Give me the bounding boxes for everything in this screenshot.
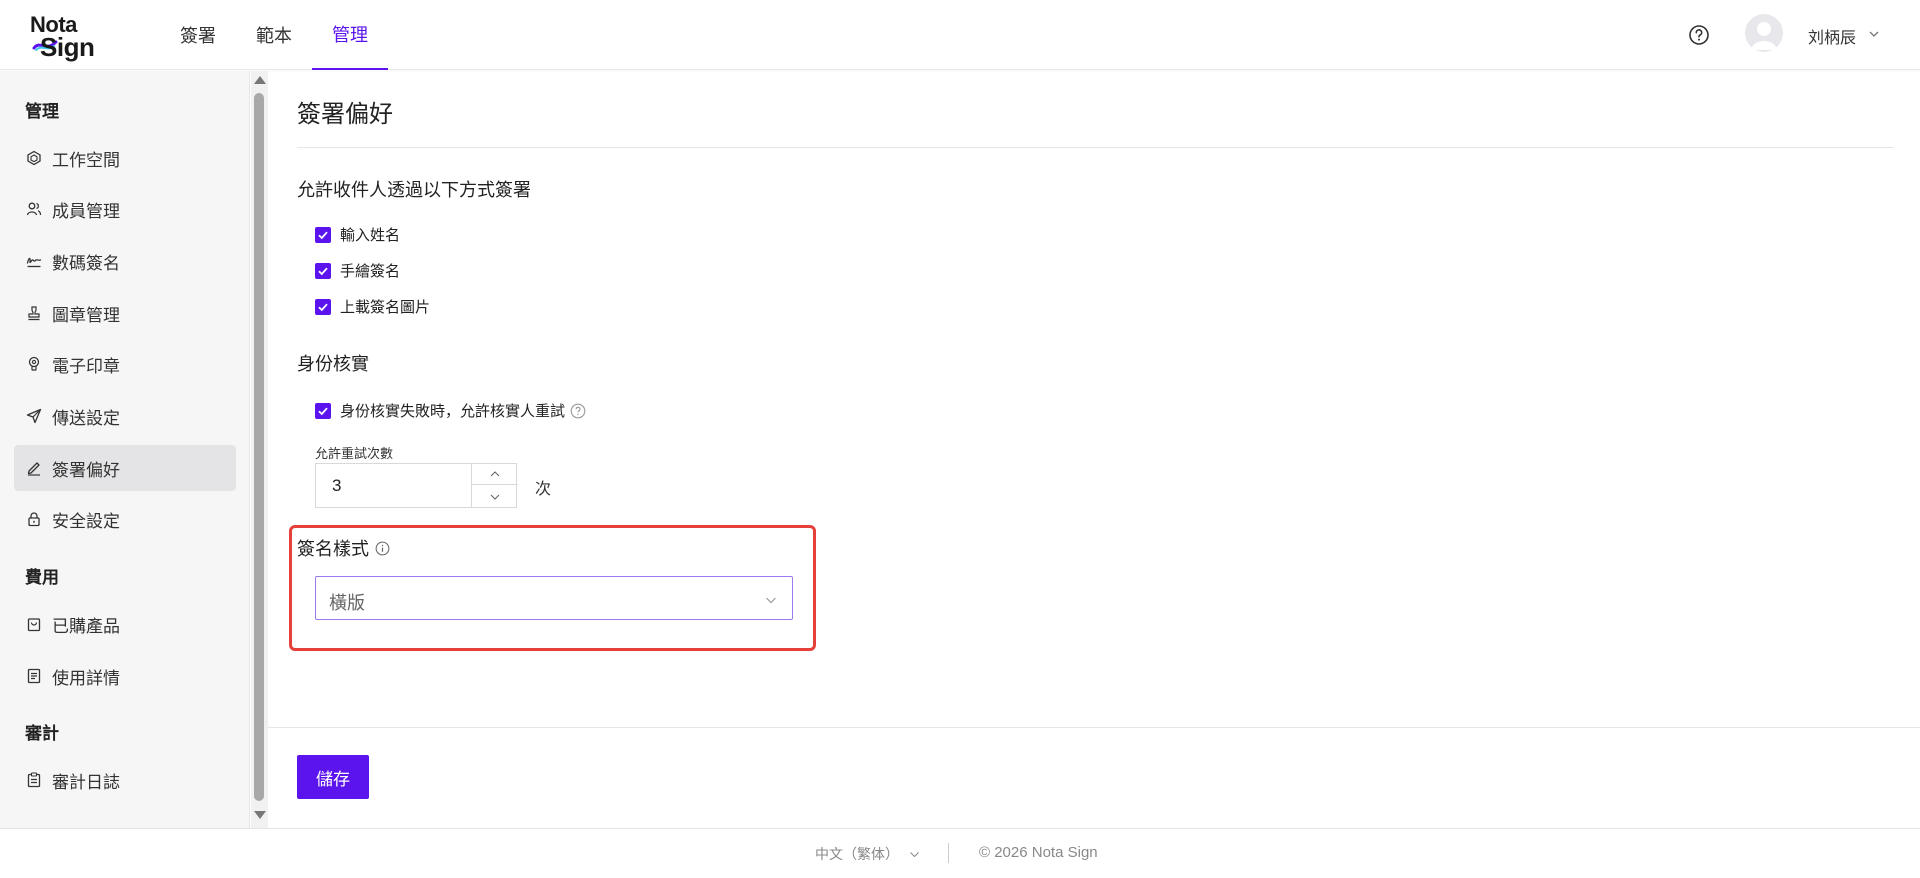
user-name[interactable]: 刘柄辰 — [1808, 24, 1856, 48]
copyright: © 2026 Nota Sign — [979, 844, 1098, 861]
sidebar-item-purchased-products[interactable]: 已購產品 — [14, 601, 236, 647]
top-nav-tabs: 簽署 範本 管理 — [160, 0, 388, 70]
info-icon[interactable] — [375, 541, 390, 556]
sidebar-item-stamps[interactable]: 圖章管理 — [14, 290, 236, 336]
chevron-down-icon[interactable] — [1868, 28, 1880, 40]
sidebar-section-audit: 審計 — [25, 724, 59, 743]
sidebar-item-label: 工作空間 — [52, 150, 120, 170]
title-divider — [297, 147, 1894, 148]
stamp-icon — [26, 305, 42, 321]
sidebar-scrollbar[interactable] — [251, 71, 268, 828]
question-icon[interactable] — [570, 403, 586, 419]
checkbox-row-upload-signature[interactable]: 上載簽名圖片 — [315, 296, 430, 317]
sidebar-item-label: 審計日誌 — [52, 772, 120, 792]
decrement-button[interactable] — [472, 486, 518, 507]
sidebar-item-label: 數碼簽名 — [52, 253, 120, 273]
nota-sign-logo[interactable]: Nota Sign — [30, 12, 110, 62]
signature-style-select[interactable]: 橫版 — [315, 576, 793, 620]
retry-count-value[interactable]: 3 — [332, 476, 341, 496]
language-selector[interactable]: 中文（繁体） — [815, 844, 920, 864]
members-icon — [26, 201, 42, 217]
retry-count-stepper[interactable]: 3 — [315, 463, 518, 508]
top-navigation-bar: Nota Sign 簽署 範本 管理 刘柄辰 — [0, 0, 1920, 70]
help-icon[interactable] — [1688, 24, 1710, 46]
tab-templates[interactable]: 範本 — [236, 0, 312, 70]
seal-icon — [26, 356, 42, 372]
footer-divider — [948, 843, 949, 863]
sidebar-item-label: 簽署偏好 — [52, 460, 120, 480]
checkbox-draw-signature[interactable] — [315, 262, 331, 279]
sidebar-item-audit-log[interactable]: 審計日誌 — [14, 757, 236, 803]
sidebar-section-manage: 管理 — [25, 102, 59, 121]
sidebar-item-label: 使用詳情 — [52, 668, 120, 688]
checkmark-icon — [318, 267, 328, 275]
sidebar: 管理 工作空間 成員管理 數碼簽名 圖章管理 電子印章 傳送設定 簽署偏好 安全… — [0, 71, 250, 828]
language-label: 中文（繁体） — [815, 846, 899, 862]
footer: 中文（繁体） © 2026 Nota Sign — [0, 828, 1920, 878]
checkbox-row-type-name[interactable]: 輸入姓名 — [315, 224, 400, 245]
checkbox-label: 輸入姓名 — [340, 227, 401, 244]
checkmark-icon — [318, 231, 328, 239]
checkbox-row-allow-retry[interactable]: 身份核實失敗時，允許核實人重試 — [315, 400, 586, 421]
scrollbar-thumb[interactable] — [254, 93, 264, 801]
retry-count-label: 允許重試次數 — [315, 446, 394, 461]
signature-style-text: 簽名樣式 — [297, 539, 369, 559]
checkbox-label: 手繪簽名 — [340, 263, 401, 280]
sidebar-item-label: 圖章管理 — [52, 305, 120, 325]
sidebar-item-label: 已購產品 — [52, 616, 120, 636]
sign-methods-label: 允許收件人透過以下方式簽署 — [297, 180, 531, 200]
sidebar-item-e-seal[interactable]: 電子印章 — [14, 341, 236, 387]
user-avatar-icon — [1751, 22, 1777, 50]
workspace-icon — [26, 150, 42, 166]
checkbox-type-name[interactable] — [315, 226, 331, 243]
retry-unit: 次 — [535, 481, 552, 498]
page-title: 簽署偏好 — [297, 101, 393, 128]
signature-icon — [26, 253, 42, 269]
scroll-down-arrow-icon[interactable] — [254, 811, 266, 819]
checkbox-label: 上載簽名圖片 — [340, 299, 431, 316]
tab-manage[interactable]: 管理 — [312, 0, 388, 70]
sidebar-item-members[interactable]: 成員管理 — [14, 186, 236, 232]
sidebar-item-signing-preferences[interactable]: 簽署偏好 — [14, 445, 236, 491]
bag-icon — [26, 616, 42, 632]
pen-icon — [26, 460, 42, 476]
signature-style-selected: 橫版 — [329, 593, 365, 613]
chevron-down-icon — [766, 597, 776, 604]
save-divider — [268, 727, 1920, 728]
sidebar-item-label: 成員管理 — [52, 201, 120, 221]
increment-button[interactable] — [472, 464, 518, 485]
checkmark-icon — [318, 303, 328, 311]
sidebar-item-label: 電子印章 — [52, 356, 120, 376]
document-icon — [26, 668, 42, 684]
signature-style-label: 簽名樣式 — [297, 535, 390, 561]
stepper-buttons — [471, 464, 518, 507]
send-icon — [26, 408, 42, 424]
sidebar-item-label: 安全設定 — [52, 511, 120, 531]
tab-sign[interactable]: 簽署 — [160, 0, 236, 70]
lock-icon — [26, 511, 42, 527]
checkbox-label: 身份核實失敗時，允許核實人重試 — [340, 403, 566, 420]
identity-verification-label: 身份核實 — [297, 354, 369, 374]
checkbox-row-draw-signature[interactable]: 手繪簽名 — [315, 260, 400, 281]
chevron-down-icon — [490, 494, 500, 500]
sidebar-item-label: 傳送設定 — [52, 408, 120, 428]
checkbox-allow-retry[interactable] — [315, 402, 331, 419]
sidebar-item-digital-signature[interactable]: 數碼簽名 — [14, 238, 236, 284]
sidebar-item-send-settings[interactable]: 傳送設定 — [14, 393, 236, 439]
checkmark-icon — [318, 407, 328, 415]
sidebar-item-security[interactable]: 安全設定 — [14, 496, 236, 542]
sidebar-item-usage-details[interactable]: 使用詳情 — [14, 653, 236, 699]
scroll-up-arrow-icon[interactable] — [254, 76, 266, 84]
avatar[interactable] — [1745, 14, 1783, 52]
checkbox-upload-signature[interactable] — [315, 298, 331, 315]
save-button[interactable]: 儲存 — [297, 755, 369, 799]
clipboard-icon — [26, 772, 42, 788]
sidebar-section-billing: 費用 — [25, 568, 59, 587]
chevron-down-icon — [910, 851, 919, 857]
sidebar-item-workspace[interactable]: 工作空間 — [14, 135, 236, 181]
chevron-up-icon — [490, 471, 500, 477]
